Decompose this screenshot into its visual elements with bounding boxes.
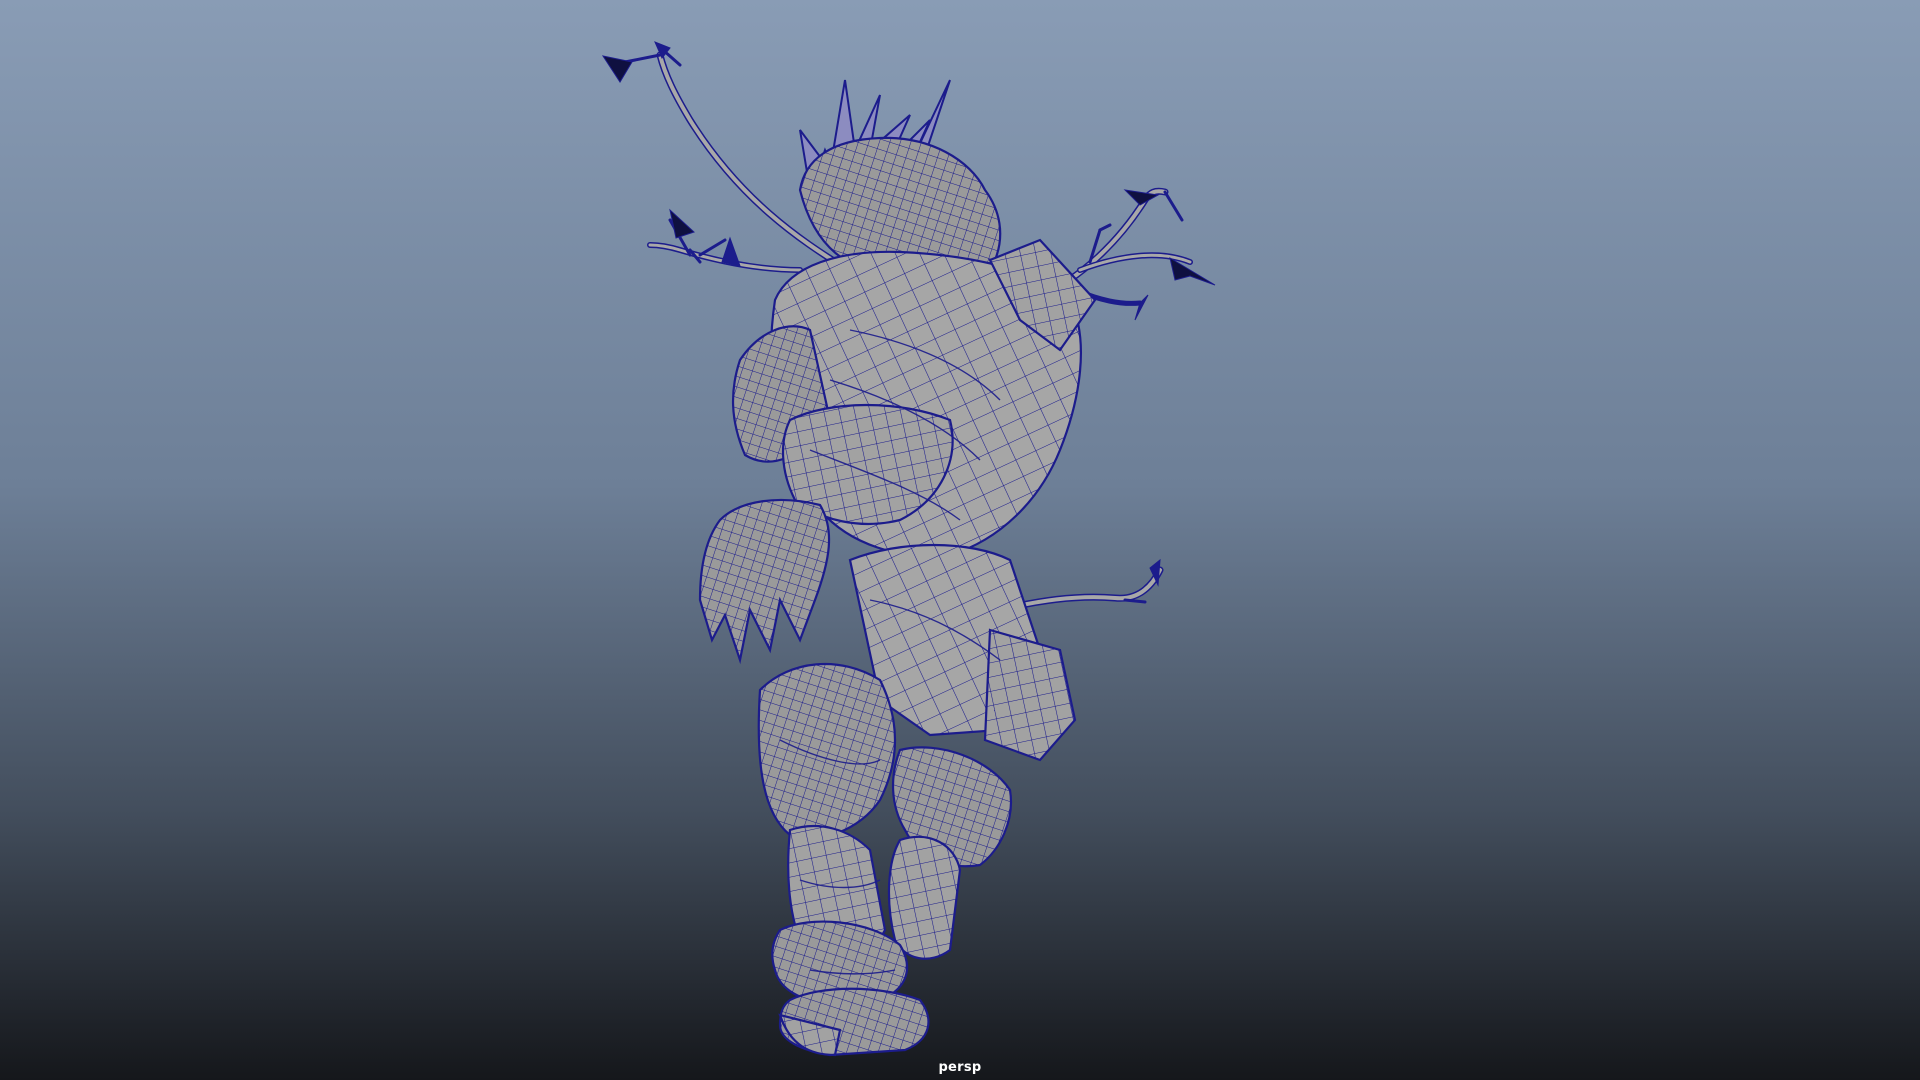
persp-viewport[interactable]: persp	[0, 0, 1920, 1080]
body-mesh	[698, 136, 1097, 1057]
character-wireframe-model[interactable]	[0, 0, 1920, 1080]
camera-name-label: persp	[938, 1060, 982, 1075]
